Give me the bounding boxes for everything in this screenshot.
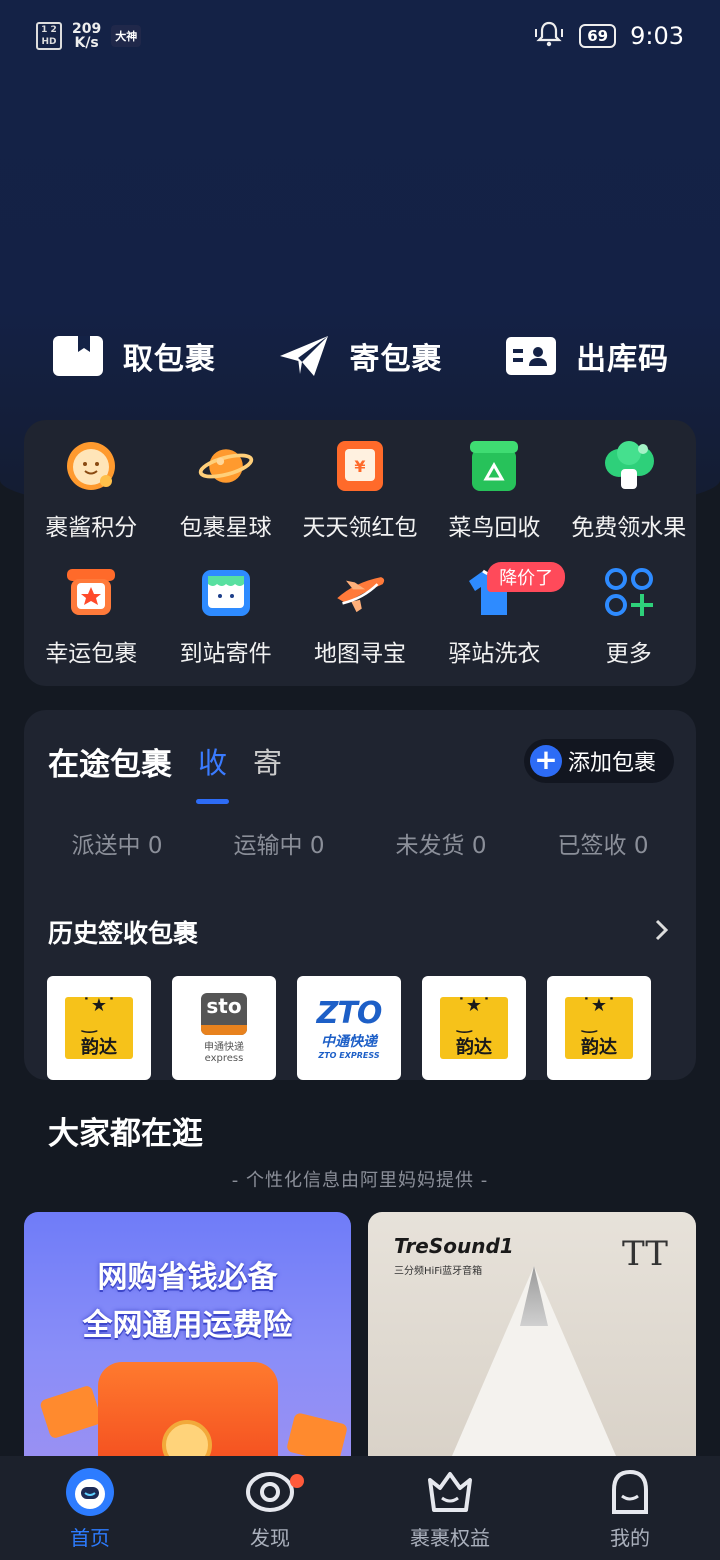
status-not-shipped[interactable]: 未发货 0	[396, 826, 487, 860]
history-courier-list: ˙★˙ ‿ 韵达 sto 申通快递 express ZTO 中通快递 ZTO EX…	[24, 950, 696, 1080]
battery-indicator: 69	[579, 24, 617, 48]
service-label: 到站寄件	[179, 641, 272, 667]
in-transit-title: 在途包裹	[48, 746, 172, 783]
price-drop-badge: 降价了	[487, 562, 566, 592]
service-more[interactable]: 更多	[562, 564, 696, 690]
user-icon	[604, 1466, 656, 1518]
browse-subtitle: - 个性化信息由阿里妈妈提供 -	[231, 1170, 489, 1191]
svg-text:¥: ¥	[354, 457, 365, 476]
add-package-button[interactable]: + 添加包裹	[523, 739, 674, 783]
fruit-tree-icon	[601, 438, 657, 494]
service-planet[interactable]: 包裹星球	[158, 438, 292, 564]
product-brand: TreSound1	[394, 1234, 514, 1258]
crown-icon	[424, 1466, 476, 1518]
tab-send[interactable]: 寄	[253, 740, 282, 782]
send-package-button[interactable]: 寄包裹	[277, 334, 442, 378]
status-signed[interactable]: 已签收 0	[558, 826, 649, 860]
add-package-label: 添加包裹	[567, 751, 656, 776]
brand-logo: TT	[622, 1234, 668, 1274]
quick-action-label: 出库码	[576, 342, 670, 377]
courier-logo-sto[interactable]: sto 申通快递 express	[172, 976, 276, 1080]
service-label: 包裹星球	[179, 515, 272, 541]
status-bar: 1 2 HD 209 K/s 大神 69 9:03	[0, 0, 720, 72]
history-header[interactable]: 历史签收包裹	[24, 860, 696, 950]
yunda-logo: ˙★˙ ‿ 韵达	[65, 997, 133, 1059]
recycle-icon	[466, 438, 522, 494]
courier-logo-yunda[interactable]: ˙★˙ ‿ 韵达	[422, 976, 526, 1080]
tab-benefits[interactable]: 裹裹权益	[360, 1466, 540, 1551]
courier-logo-yunda[interactable]: ˙★˙ ‿ 韵达	[547, 976, 651, 1080]
yunda-logo: ˙★˙ ‿ 韵达	[565, 997, 633, 1059]
product-card-tresound[interactable]: TreSound1 三分频HiFi蓝牙音箱 TT	[368, 1212, 696, 1472]
yunda-logo: ˙★˙ ‿ 韵达	[440, 997, 508, 1059]
airplane-map-icon	[332, 564, 388, 620]
browse-title: 大家都在逛	[48, 1116, 203, 1152]
pickup-package-button[interactable]: 取包裹	[51, 334, 216, 378]
service-points[interactable]: 裹酱积分	[24, 438, 158, 564]
pickup-code-button[interactable]: 出库码	[504, 334, 669, 378]
service-label: 免费领水果	[571, 515, 687, 541]
courier-logo-yunda[interactable]: ˙★˙ ‿ 韵达	[47, 976, 151, 1080]
promo-line-2: 全网通用运费险	[82, 1308, 293, 1343]
tab-profile[interactable]: 我的	[540, 1466, 720, 1551]
service-map-treasure[interactable]: 地图寻宝	[293, 564, 427, 690]
points-mascot-icon	[63, 438, 119, 494]
history-title: 历史签收包裹	[48, 919, 199, 948]
network-speed: 209 K/s	[72, 21, 102, 51]
service-lucky-package[interactable]: 幸运包裹	[24, 564, 158, 690]
red-packet-icon: ¥	[332, 438, 388, 494]
tab-label: 我的	[610, 1525, 650, 1550]
lucky-box-icon	[63, 564, 119, 620]
paper-plane-icon	[277, 334, 331, 378]
app-badge: 大神	[111, 25, 142, 47]
promo-card-shipping-insurance[interactable]: 网购省钱必备 全网通用运费险	[24, 1212, 351, 1472]
id-card-icon	[504, 334, 558, 378]
tab-label: 发现	[250, 1525, 290, 1550]
sto-logo: sto 申通快递 express	[201, 992, 247, 1064]
package-status-row: 派送中 0 运输中 0 未发货 0 已签收 0	[24, 794, 696, 860]
promo-line-1: 网购省钱必备	[97, 1260, 278, 1295]
in-transit-card: 在途包裹 收 寄 + 添加包裹 派送中 0 运输中 0 未发货 0 已签收 0 …	[24, 710, 696, 1080]
more-grid-icon	[601, 564, 657, 620]
service-free-fruit[interactable]: 免费领水果	[562, 438, 696, 564]
courier-logo-zto[interactable]: ZTO 中通快递 ZTO EXPRESS	[297, 976, 401, 1080]
service-label: 驿站洗衣	[448, 641, 541, 667]
zto-logo: ZTO 中通快递 ZTO EXPRESS	[316, 996, 383, 1060]
quick-action-label: 取包裹	[122, 342, 216, 377]
hd-signal-icon: 1 2 HD	[36, 22, 62, 50]
package-icon	[51, 334, 105, 378]
service-recycle[interactable]: 菜鸟回收	[427, 438, 561, 564]
service-label: 地图寻宝	[313, 641, 406, 667]
services-card: 裹酱积分 包裹星球 ¥ 天天领红包 菜鸟回收 免费领水果 幸运包裹 到站寄件 地…	[24, 420, 696, 686]
status-in-transit[interactable]: 运输中 0	[234, 826, 325, 860]
eye-icon	[244, 1466, 296, 1518]
home-mascot-icon	[64, 1466, 116, 1518]
quick-action-label: 寄包裹	[349, 342, 443, 377]
status-delivering[interactable]: 派送中 0	[72, 826, 163, 860]
station-send-icon	[198, 564, 254, 620]
service-label: 裹酱积分	[45, 515, 138, 541]
service-label: 幸运包裹	[45, 641, 138, 667]
tab-label: 首页	[70, 1525, 110, 1550]
planet-icon	[198, 438, 254, 494]
bottom-tab-bar: 首页 发现 裹裹权益 我的	[0, 1456, 720, 1560]
tab-home[interactable]: 首页	[0, 1466, 180, 1551]
service-station-send[interactable]: 到站寄件	[158, 564, 292, 690]
clock: 9:03	[630, 22, 684, 50]
quick-actions: 取包裹 寄包裹 出库码	[0, 320, 720, 392]
bell-vibrate-icon	[533, 20, 565, 52]
service-red-packet[interactable]: ¥ 天天领红包	[293, 438, 427, 564]
plus-icon: +	[529, 745, 562, 777]
service-label: 菜鸟回收	[448, 515, 541, 541]
notification-dot	[290, 1473, 304, 1488]
service-label: 天天领红包	[302, 515, 418, 541]
service-laundry[interactable]: 降价了 驿站洗衣	[427, 562, 566, 690]
coupon-decoration	[39, 1384, 103, 1440]
tab-receive[interactable]: 收	[195, 740, 230, 804]
tab-discover[interactable]: 发现	[180, 1466, 360, 1551]
chevron-right-icon	[654, 916, 670, 949]
tab-label: 裹裹权益	[410, 1525, 490, 1550]
service-label: 更多	[605, 641, 652, 667]
